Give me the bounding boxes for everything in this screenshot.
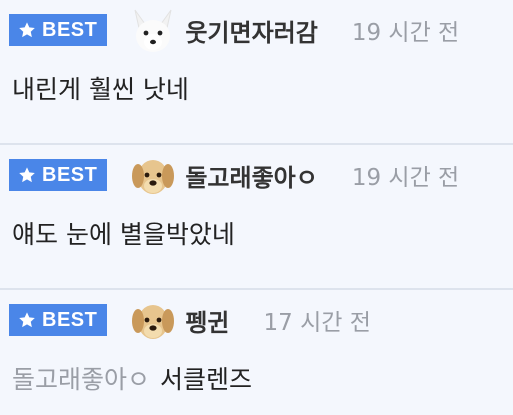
best-badge-label: BEST — [42, 163, 98, 186]
comment-header: BEST 웃기면자러감 19 시간 전 — [9, 4, 460, 56]
white-fox-avatar[interactable] — [127, 4, 180, 56]
comment-header: BEST 돌고래좋아ㅇ 19 시간 전 — [9, 149, 460, 201]
star-icon — [18, 21, 36, 39]
comment-body: 서클렌즈 — [160, 365, 253, 394]
best-badge: BEST — [9, 159, 108, 191]
comment-time: 17 시간 전 — [263, 310, 371, 336]
author-nickname[interactable]: 펭귄 — [185, 303, 229, 338]
star-icon — [18, 311, 36, 329]
reply-mention[interactable]: 돌고래좋아ㅇ — [12, 365, 150, 394]
comment-time: 19 시간 전 — [351, 165, 460, 191]
comment-item: BEST 펭귄 17 시간 전 돌고래좋아ㅇ 서클렌즈 — [0, 290, 513, 415]
star-icon — [18, 166, 36, 184]
comment-body: 내린게 훨씬 낫네 — [12, 75, 189, 104]
comment-time: 19 시간 전 — [351, 20, 460, 46]
comment-text: 얘도 눈에 별을박았네 — [12, 215, 235, 251]
author-nickname[interactable]: 웃기면자러감 — [185, 13, 317, 48]
comment-item: BEST 웃기면자러감 19 시간 전 내린게 훨씬 낫네 — [0, 0, 513, 145]
comment-text: 돌고래좋아ㅇ 서클렌즈 — [12, 360, 252, 396]
best-badge: BEST — [9, 304, 108, 336]
author-nickname[interactable]: 돌고래좋아ㅇ — [185, 158, 317, 193]
comment-body: 얘도 눈에 별을박았네 — [12, 220, 235, 249]
puppy-avatar[interactable] — [127, 149, 180, 201]
best-badge: BEST — [9, 14, 108, 46]
best-badge-label: BEST — [42, 18, 98, 41]
comment-header: BEST 펭귄 17 시간 전 — [9, 294, 371, 346]
comment-item: BEST 돌고래좋아ㅇ 19 시간 전 얘도 눈에 별을박았네 — [0, 145, 513, 290]
puppy-avatar[interactable] — [127, 294, 180, 346]
comment-text: 내린게 훨씬 낫네 — [12, 70, 189, 106]
best-badge-label: BEST — [42, 308, 98, 331]
comment-list: BEST 웃기면자러감 19 시간 전 내린게 훨씬 낫네 BEST 돌고래좋아… — [0, 0, 513, 415]
